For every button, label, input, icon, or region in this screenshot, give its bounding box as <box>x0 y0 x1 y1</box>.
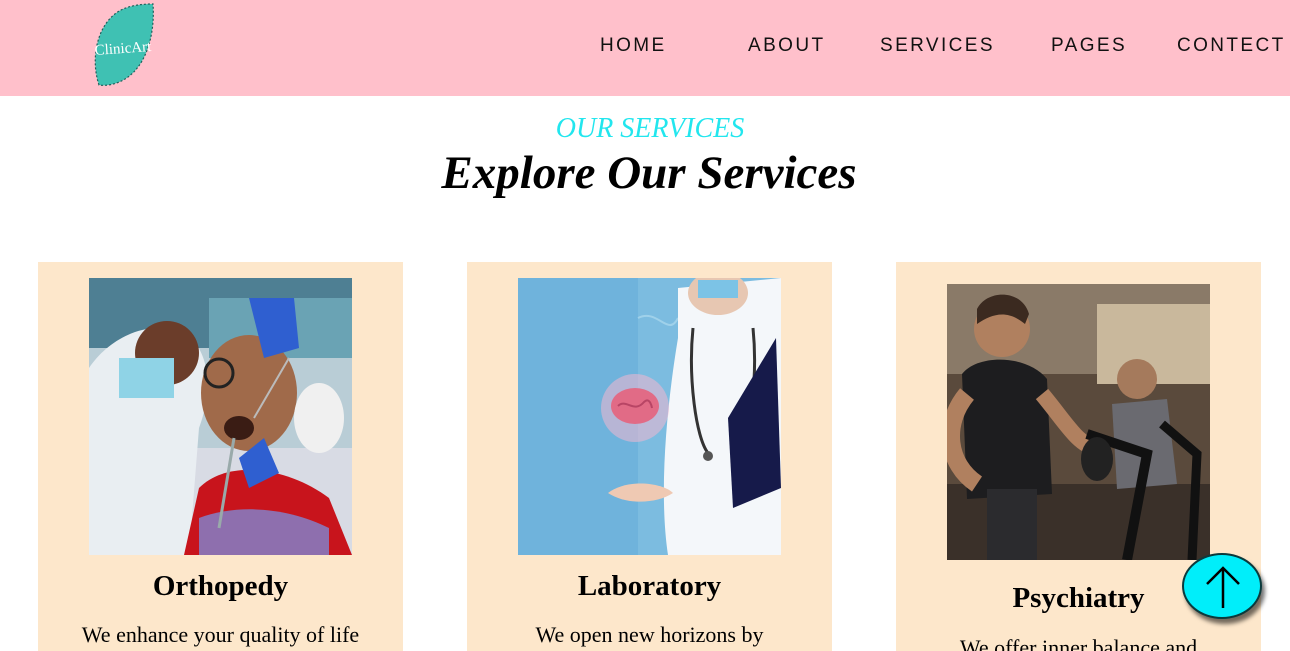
nav-about[interactable]: ABOUT <box>748 35 825 57</box>
section-heading: Explore Our Services <box>441 147 857 199</box>
clinicart-logo[interactable]: ClinicArt <box>93 3 155 87</box>
service-description: We offer inner balance and <box>959 635 1198 651</box>
service-card-laboratory[interactable]: Laboratory We open new horizons by <box>467 262 832 651</box>
arrow-up-icon <box>1206 566 1240 608</box>
nav-pages[interactable]: PAGES <box>1051 35 1127 57</box>
service-title: Orthopedy <box>152 570 289 602</box>
doctor-brain-photo <box>518 278 781 555</box>
service-title: Laboratory <box>577 570 722 602</box>
back-to-top-button[interactable] <box>1182 553 1262 619</box>
dentist-photo <box>89 278 352 555</box>
service-description: We open new horizons by <box>535 622 764 647</box>
navbar: ClinicArt HOME ABOUT SERVICES PAGES CONT… <box>0 0 1290 96</box>
service-description: We enhance your quality of life <box>81 622 360 647</box>
service-card-orthopedy[interactable]: Orthopedy We enhance your quality of lif… <box>38 262 403 651</box>
nav-home[interactable]: HOME <box>600 35 667 57</box>
nav-contect[interactable]: CONTECT <box>1177 35 1286 57</box>
section-eyebrow: OUR SERVICES <box>555 113 745 144</box>
nav-services[interactable]: SERVICES <box>880 35 995 57</box>
exercise-bike-photo <box>947 284 1210 560</box>
